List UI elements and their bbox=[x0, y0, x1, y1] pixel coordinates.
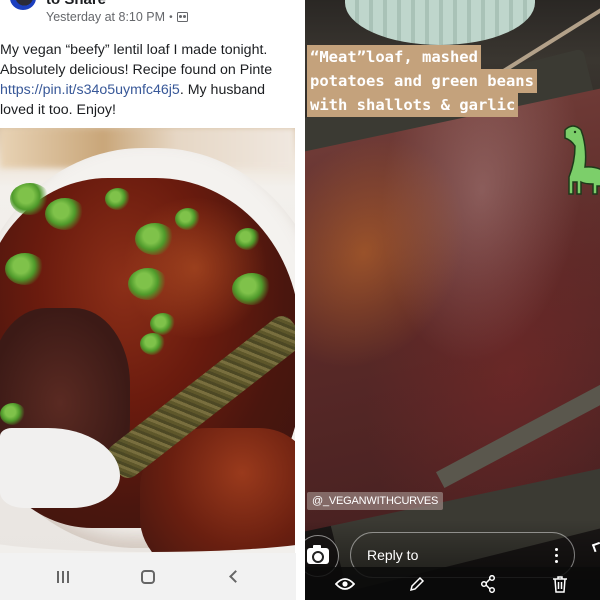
story-caption: “Meat”loaf, mashed potatoes and green be… bbox=[307, 45, 537, 117]
parsley-garnish bbox=[45, 198, 85, 230]
panel-divider bbox=[297, 0, 305, 600]
parsley-garnish bbox=[150, 313, 176, 335]
author-name[interactable]: to Share bbox=[46, 0, 106, 8]
eye-icon bbox=[334, 577, 355, 590]
delete-button[interactable] bbox=[545, 569, 575, 599]
parsley-garnish bbox=[10, 183, 50, 215]
edit-button[interactable] bbox=[402, 569, 432, 599]
post-line-2: Absolutely delicious! Recipe found on Pi… bbox=[0, 62, 273, 78]
recipe-link[interactable]: https://pin.it/s34o5uymfc46j5 bbox=[0, 82, 180, 98]
home-button[interactable] bbox=[128, 562, 168, 592]
author-avatar[interactable] bbox=[10, 0, 36, 10]
home-icon bbox=[140, 569, 155, 584]
friends-icon[interactable] bbox=[176, 12, 188, 22]
caption-line-1: “Meat”loaf, mashed bbox=[307, 45, 481, 69]
post-line-4: loved it too. Enjoy! bbox=[0, 102, 116, 118]
post-photo[interactable] bbox=[0, 128, 295, 553]
parsley-garnish bbox=[105, 188, 131, 210]
post-body: My vegan “beefy” lentil loaf I made toni… bbox=[0, 40, 300, 120]
parsley-garnish bbox=[235, 228, 261, 250]
post-line-3-rest: . My husband bbox=[179, 82, 265, 98]
parsley-garnish bbox=[232, 273, 272, 305]
send-icon[interactable] bbox=[591, 541, 600, 553]
recents-button[interactable] bbox=[43, 562, 83, 592]
story-action-bar bbox=[305, 567, 600, 600]
back-button[interactable] bbox=[213, 562, 253, 592]
caption-line-2: potatoes and green beans bbox=[307, 69, 537, 93]
pencil-icon bbox=[409, 576, 424, 591]
instagram-story-panel: “Meat”loaf, mashed potatoes and green be… bbox=[305, 0, 600, 600]
dish-rim bbox=[0, 500, 295, 553]
more-options-icon[interactable] bbox=[555, 547, 558, 563]
viewers-button[interactable] bbox=[330, 569, 360, 599]
post-line-1: My vegan “beefy” lentil loaf I made toni… bbox=[0, 42, 268, 58]
android-nav-bar bbox=[0, 553, 296, 600]
back-icon bbox=[228, 570, 242, 583]
caption-line-3: with shallots & garlic bbox=[307, 93, 519, 117]
reply-placeholder: Reply to bbox=[367, 547, 419, 563]
post-line-3: https://pin.it/s34o5uymfc46j5. My husban… bbox=[0, 80, 300, 100]
trash-icon bbox=[553, 575, 568, 593]
parsley-garnish bbox=[5, 253, 45, 285]
facebook-post-panel: to Share Yesterday at 8:10 PM • My vegan… bbox=[0, 0, 300, 600]
meta-separator: • bbox=[169, 11, 173, 23]
share-button[interactable] bbox=[473, 569, 503, 599]
parsley-garnish bbox=[135, 223, 175, 255]
parsley-garnish bbox=[140, 333, 166, 355]
parsley-garnish bbox=[0, 403, 26, 425]
post-timestamp[interactable]: Yesterday at 8:10 PM bbox=[46, 10, 165, 24]
parsley-garnish bbox=[175, 208, 201, 230]
post-meta: Yesterday at 8:10 PM • bbox=[46, 10, 188, 24]
parsley-garnish bbox=[128, 268, 168, 300]
mention-sticker[interactable]: @_VEGANWITHCURVES bbox=[307, 492, 444, 510]
share-icon bbox=[481, 574, 496, 593]
recents-icon bbox=[56, 570, 69, 583]
dinosaur-sticker-icon[interactable] bbox=[555, 122, 600, 212]
camera-icon bbox=[307, 545, 329, 564]
